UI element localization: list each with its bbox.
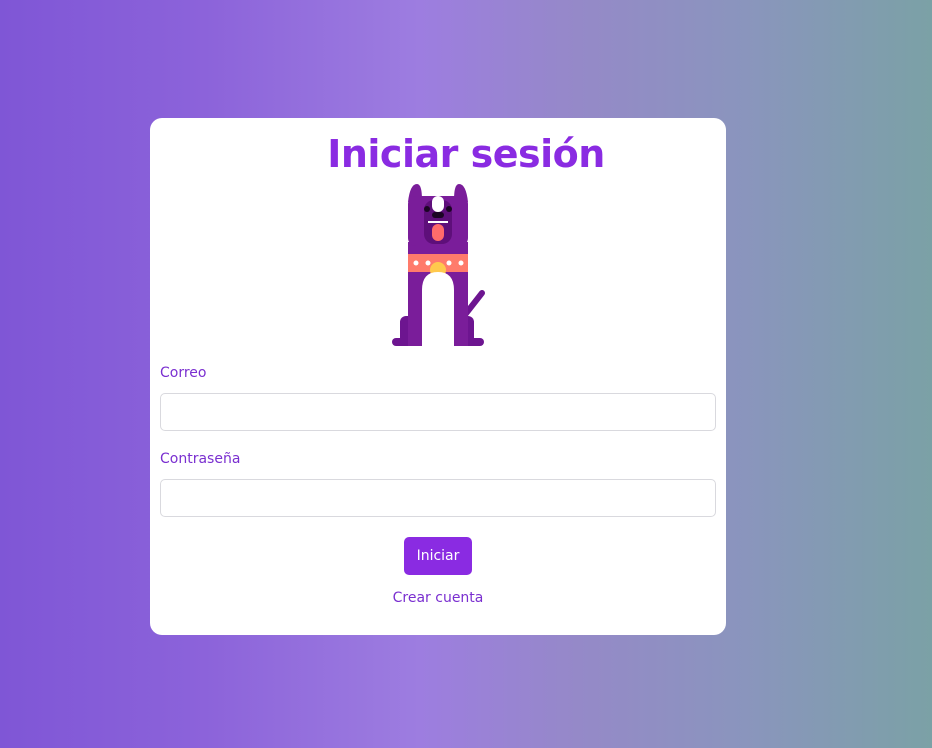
email-field[interactable] <box>160 393 716 431</box>
create-account-link[interactable]: Crear cuenta <box>160 588 716 608</box>
email-label: Correo <box>160 365 207 381</box>
password-label: Contraseña <box>160 451 241 467</box>
password-field[interactable] <box>160 479 716 517</box>
page-title: Iniciar sesión <box>327 132 605 176</box>
dog-mascot-icon <box>392 184 485 346</box>
login-button[interactable]: Iniciar <box>404 537 472 575</box>
